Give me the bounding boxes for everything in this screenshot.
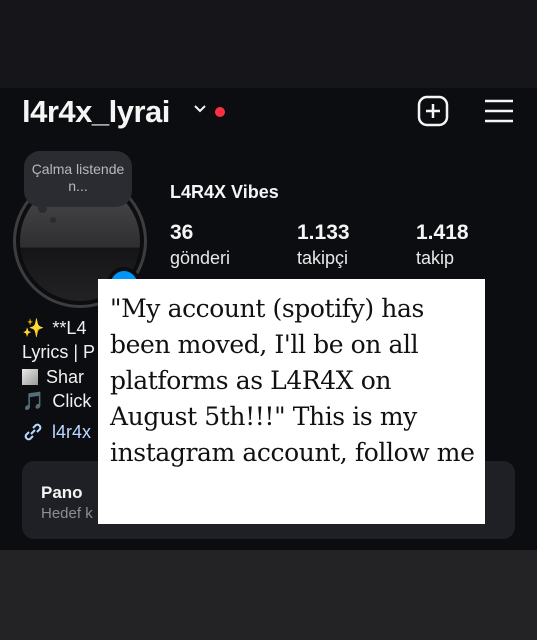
note-bubble[interactable]: Çalma listende n... (24, 151, 132, 207)
image-emoji-icon (22, 369, 38, 385)
posts-count[interactable]: 36 (170, 221, 193, 245)
posts-label[interactable]: gönderi (170, 248, 230, 269)
top-band (0, 0, 537, 88)
caption-text: "My account (spotify) has been moved, I'… (110, 294, 475, 467)
following-count[interactable]: 1.418 (416, 221, 469, 245)
dashboard-title: Pano (41, 483, 83, 502)
note-tail (38, 204, 47, 213)
create-plus-icon[interactable] (417, 95, 449, 127)
following-label[interactable]: takip (416, 248, 454, 269)
note-text: Çalma listende n... (31, 161, 125, 194)
link-icon (24, 423, 42, 441)
profile-link[interactable]: l4r4x (22, 421, 91, 443)
chevron-down-icon[interactable] (193, 104, 207, 114)
notification-dot (215, 107, 225, 117)
dashboard-subtitle: Hedef k (41, 505, 93, 522)
followers-count[interactable]: 1.133 (297, 221, 350, 245)
username-title[interactable]: l4r4x_lyrai (22, 94, 170, 130)
note-tail-small (50, 217, 56, 223)
bio-line-4: 🎵 Click (22, 391, 92, 411)
hamburger-menu-icon[interactable] (484, 98, 514, 124)
followers-label[interactable]: takipçi (297, 248, 348, 269)
bottom-band (0, 550, 537, 640)
caption-overlay: "My account (spotify) has been moved, I'… (98, 279, 485, 524)
bio-line-3: Shar (22, 367, 84, 388)
sparkles-icon: ✨ (22, 318, 45, 338)
music-note-icon: 🎵 (22, 391, 45, 411)
bio-line-1: ✨ **L4 (22, 318, 87, 338)
display-name: L4R4X Vibes (170, 182, 279, 202)
bio-line-2: Lyrics | P (22, 342, 96, 362)
